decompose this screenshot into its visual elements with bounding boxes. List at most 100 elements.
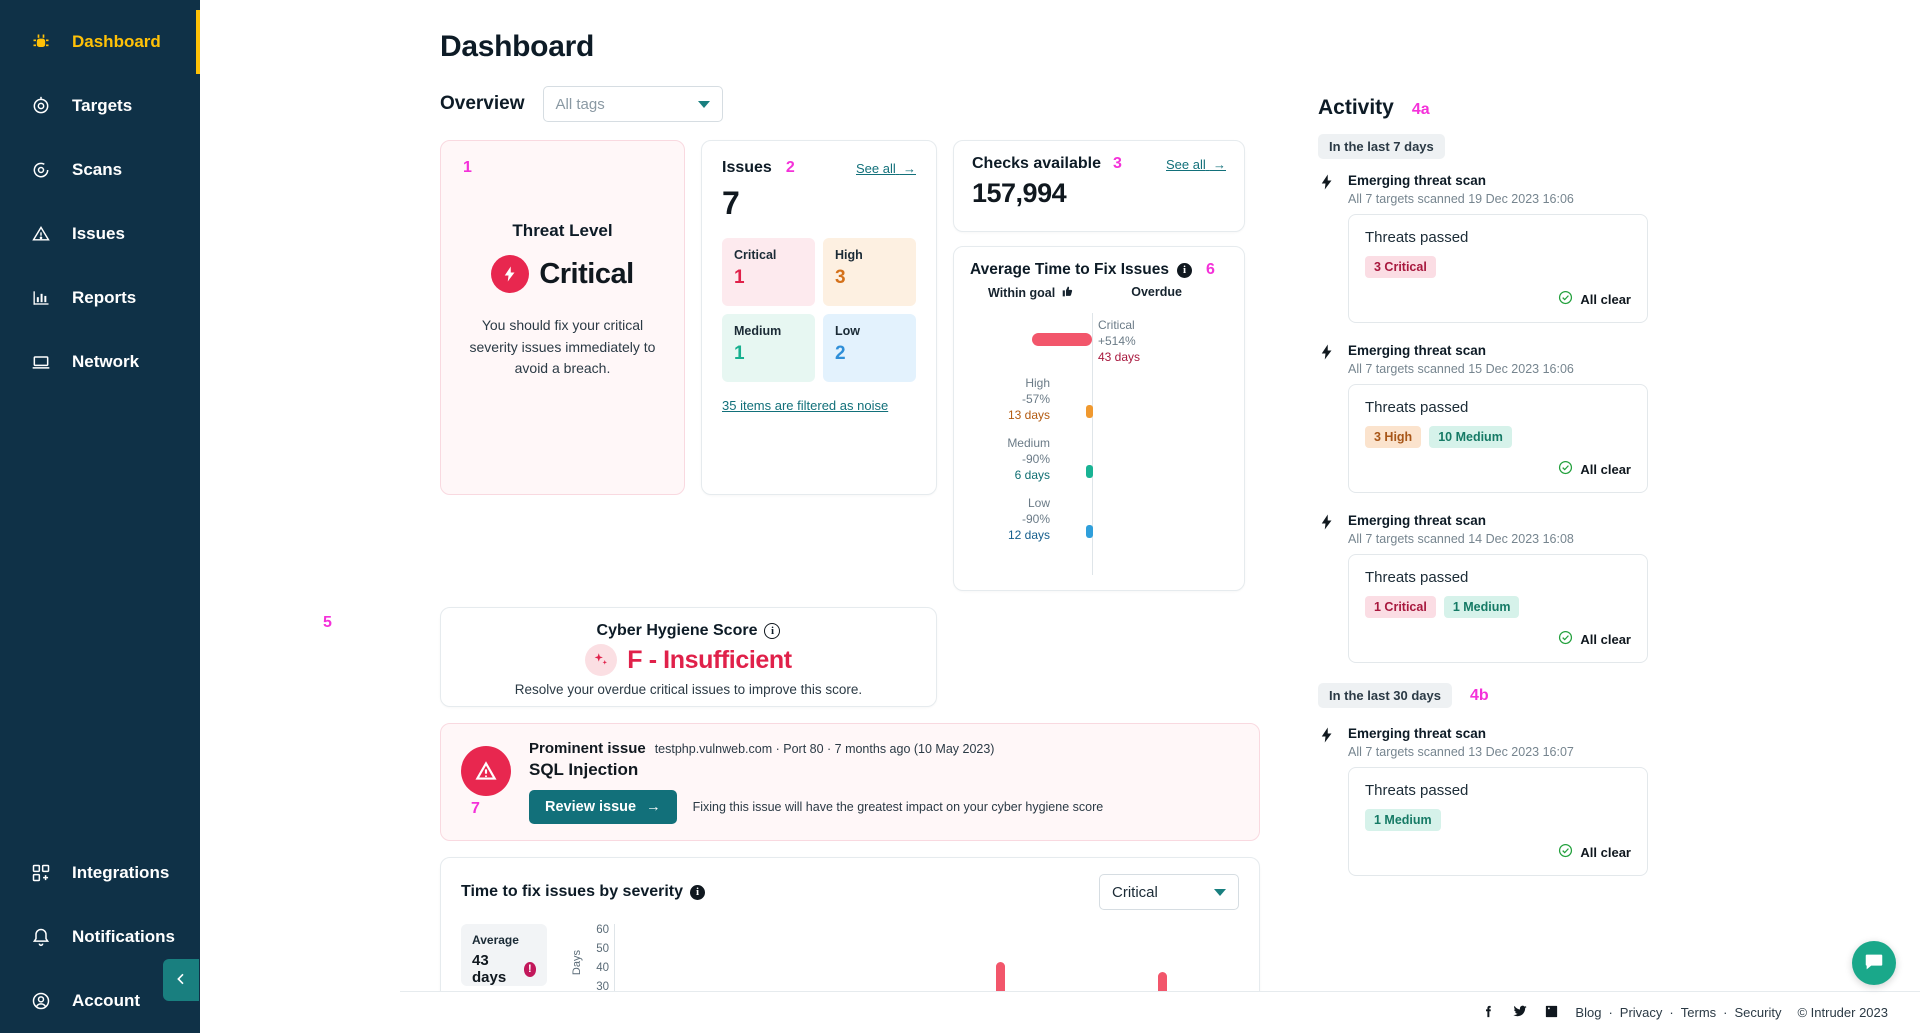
attf-label-change: +514% <box>1098 334 1136 349</box>
cyber-hygiene-card: 5 Cyber Hygiene Score i F - Insufficient… <box>323 607 937 707</box>
activity-card-title: Threats passed <box>1365 229 1469 246</box>
footer-separator: · <box>1669 1005 1674 1020</box>
severity-count: 3 <box>835 267 846 288</box>
bug-icon <box>30 31 52 53</box>
severity-box-low[interactable]: Low 2 <box>823 314 916 382</box>
severity-badge: 1 Medium <box>1443 596 1520 618</box>
issues-see-all-link[interactable]: See all → <box>856 161 916 176</box>
severity-box-medium[interactable]: Medium 1 <box>722 314 815 382</box>
check-circle-icon <box>1558 630 1573 648</box>
activity-entry[interactable]: Emerging threat scan All 7 targets scann… <box>1318 513 1648 663</box>
content-wrapper: Dashboard Overview All tags 1 Threat Lev… <box>200 30 1920 1033</box>
user-circle-icon <box>30 990 52 1012</box>
activity-group-header-30days: In the last 30 days 4b <box>1318 683 1648 708</box>
prominent-issue-meta-row: Prominent issue testphp.vulnweb.com · Po… <box>529 740 1239 757</box>
summary-row: 1 Threat Level Critical You should fix y… <box>440 140 1260 591</box>
hygiene-description: Resolve your overdue critical issues to … <box>514 682 863 697</box>
annotation-marker-2: 2 <box>785 159 795 176</box>
footer-separator: · <box>1723 1005 1728 1020</box>
severity-box-critical[interactable]: Critical 1 <box>722 238 815 306</box>
activity-entry-card: Threats passed 1 Critical 1 Medium All c… <box>1348 554 1648 663</box>
annotation-marker-4a: 4a <box>1411 101 1430 118</box>
activity-entry-title: Emerging threat scan <box>1348 513 1487 528</box>
lightning-bolt-icon <box>491 255 530 293</box>
exclamation-icon: ! <box>523 961 536 977</box>
activity-header: Activity 4a <box>1318 96 1648 120</box>
severity-box-high[interactable]: High 3 <box>823 238 916 306</box>
sidebar-item-targets[interactable]: Targets <box>0 74 200 138</box>
sidebar-item-issues[interactable]: Issues <box>0 202 200 266</box>
info-icon[interactable]: i <box>764 623 781 639</box>
noise-filter-link[interactable]: 35 items are filtered as noise <box>722 398 916 413</box>
sidebar-item-label: Dashboard <box>72 32 161 51</box>
prominent-issue-hint: Fixing this issue will have the greatest… <box>692 800 1104 814</box>
review-issue-label: Review issue <box>545 799 637 815</box>
activity-badges: 1 Critical 1 Medium <box>1365 596 1631 618</box>
linkedin-icon[interactable] <box>1544 1004 1559 1022</box>
annotation-marker-5: 5 <box>323 614 332 631</box>
sidebar-collapse-button[interactable] <box>163 959 199 1001</box>
threat-level-description: You should fix your critical severity is… <box>469 317 656 377</box>
sidebar-item-reports[interactable]: Reports <box>0 266 200 330</box>
overview-row: Overview All tags <box>440 86 1260 122</box>
ttf-severity-select[interactable]: Critical <box>1099 874 1239 910</box>
info-icon[interactable]: i <box>690 884 706 900</box>
footer-copyright: © Intruder 2023 <box>1797 1005 1888 1020</box>
activity-group-pill-30days: In the last 30 days <box>1318 683 1452 708</box>
lightning-bolt-icon <box>1318 343 1336 364</box>
activity-status-label: All clear <box>1580 631 1631 647</box>
attf-label-change: -90% <box>1021 512 1050 527</box>
severity-badge: 3 High <box>1365 426 1422 448</box>
tag-filter-select[interactable]: All tags <box>542 86 723 122</box>
footer: Blog · Privacy · Terms · Security © Intr… <box>400 991 1920 1033</box>
activity-panel: Activity 4a In the last 7 days Emerging … <box>1318 30 1648 1033</box>
facebook-icon[interactable] <box>1481 1004 1496 1022</box>
footer-link-security[interactable]: Security <box>1735 1005 1782 1020</box>
review-issue-button[interactable]: Review issue → <box>529 790 677 824</box>
footer-link-privacy[interactable]: Privacy <box>1620 1005 1663 1020</box>
footer-link-blog[interactable]: Blog <box>1575 1005 1601 1020</box>
severity-badge: 1 Medium <box>1365 809 1441 831</box>
issues-severity-grid: Critical 1 High 3 Medium 1 Low 2 <box>722 238 916 382</box>
help-chat-button[interactable] <box>1852 941 1896 985</box>
activity-entry[interactable]: Emerging threat scan All 7 targets scann… <box>1318 726 1648 876</box>
attf-bar-row-low: Low -90% 12 days <box>970 496 1228 569</box>
activity-entry-meta: All 7 targets scanned 15 Dec 2023 16:06 <box>1348 362 1574 376</box>
annotation-marker-6: 6 <box>1206 261 1215 278</box>
average-time-to-fix-card: Average Time to Fix Issues i 6 Within go… <box>953 246 1245 591</box>
twitter-icon[interactable] <box>1512 1003 1528 1022</box>
sidebar: Dashboard Targets Scans Issues Reports N… <box>0 0 200 1033</box>
prominent-issue-label: Prominent issue <box>529 740 646 757</box>
sidebar-item-label: Notifications <box>72 927 175 946</box>
attf-label-category: Low <box>1027 496 1050 510</box>
attf-axis-labels: Within goal Overdue <box>970 285 1228 301</box>
bell-icon <box>30 926 52 948</box>
sidebar-item-network[interactable]: Network <box>0 330 200 394</box>
checks-see-all-link[interactable]: See all → <box>1166 157 1226 172</box>
activity-entry[interactable]: Emerging threat scan All 7 targets scann… <box>1318 173 1648 323</box>
ttf-y-tick: 50 <box>596 943 609 955</box>
activity-status: All clear <box>1365 843 1631 861</box>
threat-level-value: Critical <box>539 257 634 290</box>
info-icon[interactable]: i <box>1177 262 1193 278</box>
attf-overdue-label: Overdue <box>1131 285 1182 299</box>
sidebar-item-integrations[interactable]: Integrations <box>0 841 200 905</box>
attf-bar-medium <box>1086 465 1093 478</box>
severity-label: Critical <box>734 248 777 262</box>
sidebar-item-dashboard[interactable]: Dashboard <box>0 10 200 74</box>
checks-card-header: Checks available 3 See all → <box>972 155 1226 173</box>
footer-links: Blog · Privacy · Terms · Security <box>1575 1005 1781 1020</box>
target-icon <box>30 95 52 117</box>
footer-link-terms[interactable]: Terms <box>1681 1005 1716 1020</box>
prominent-issue-title: SQL Injection <box>529 760 639 779</box>
activity-card-title: Threats passed <box>1365 569 1469 586</box>
activity-entry[interactable]: Emerging threat scan All 7 targets scann… <box>1318 343 1648 493</box>
ttf-average-value-row: 43 days ! <box>472 952 536 986</box>
app-root: Dashboard Targets Scans Issues Reports N… <box>0 0 1920 1033</box>
attf-label-category: Medium <box>1007 436 1050 450</box>
ttf-title: Time to fix issues by severity <box>461 883 684 900</box>
chevron-down-icon <box>1214 888 1226 896</box>
alert-triangle-icon <box>461 746 511 796</box>
sidebar-item-scans[interactable]: Scans <box>0 138 200 202</box>
hygiene-grade: F - Insufficient <box>627 645 792 674</box>
